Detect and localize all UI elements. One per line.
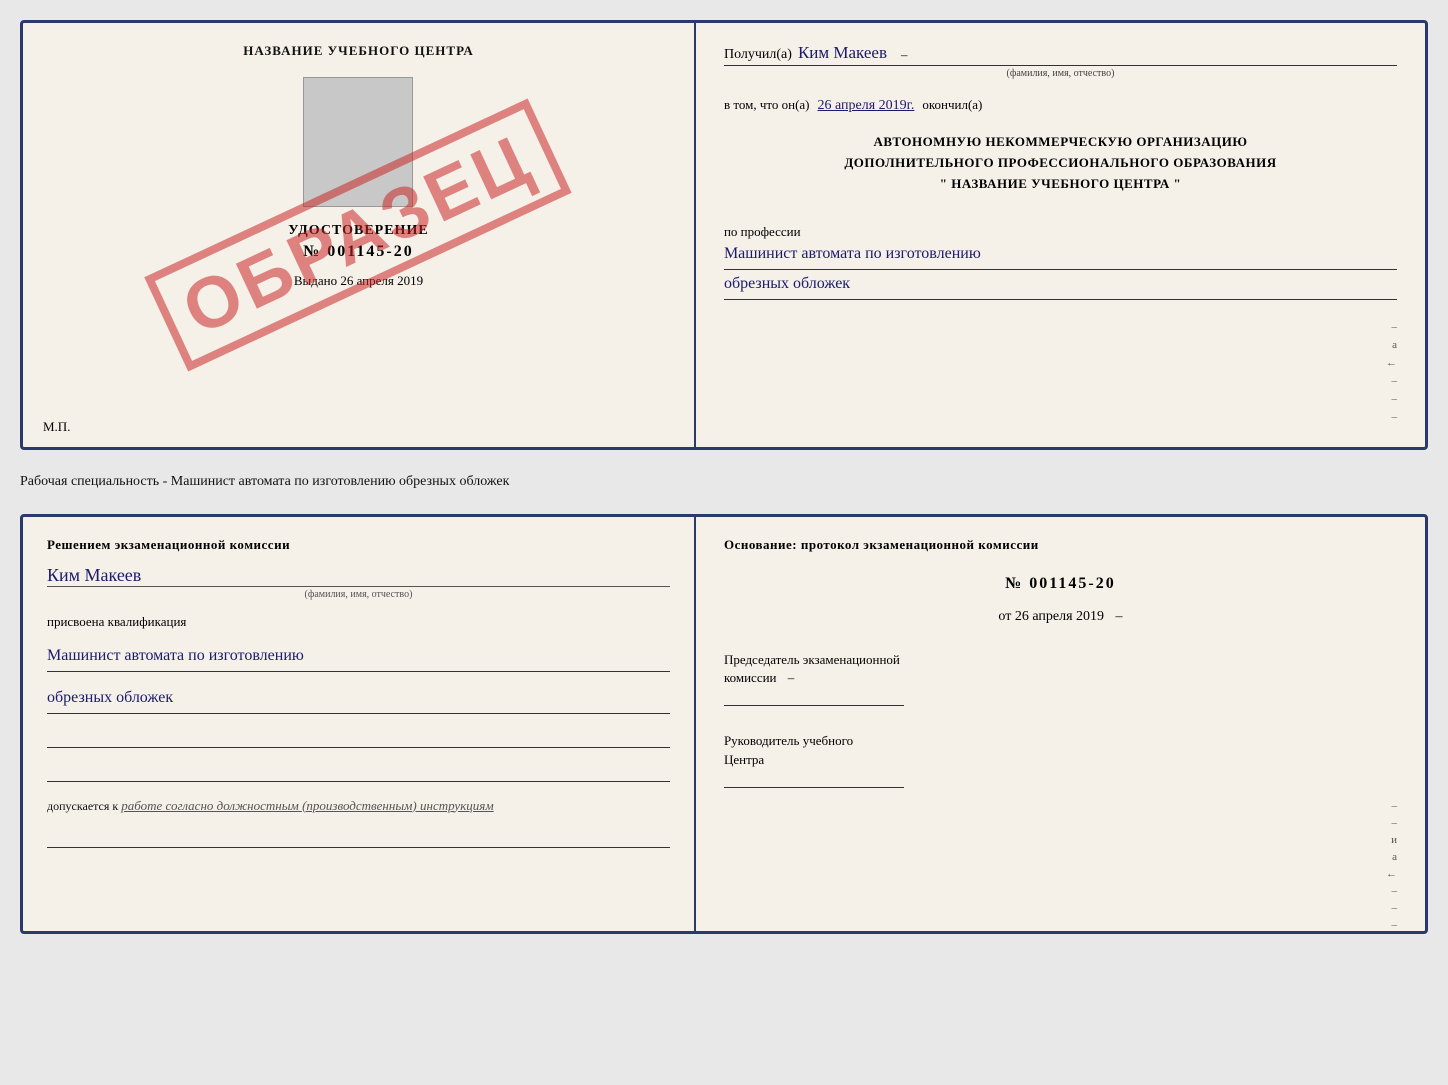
profession-block: по профессии Машинист автомата по изгото…	[724, 216, 1397, 300]
protocol-date-value: 26 апреля 2019	[1015, 609, 1104, 624]
chairman-signature-line	[724, 705, 904, 706]
allowed-prefix: допускается к	[47, 799, 118, 813]
person-block: Ким Макеев (фамилия, имя, отчество)	[47, 561, 670, 600]
protocol-date-prefix: от	[998, 609, 1011, 624]
org-line2: ДОПОЛНИТЕЛЬНОГО ПРОФЕССИОНАЛЬНОГО ОБРАЗО…	[724, 153, 1397, 174]
signature-line-1	[47, 728, 670, 748]
training-center-title-left: НАЗВАНИЕ УЧЕБНОГО ЦЕНТРА	[243, 43, 474, 59]
dash-after-name: –	[901, 47, 908, 63]
qualification-line1: Машинист автомата по изготовлению	[47, 642, 670, 672]
qualification-label: присвоена квалификация	[47, 614, 670, 630]
issued-line: Выдано 26 апреля 2019	[294, 273, 423, 289]
protocol-date: от 26 апреля 2019 –	[724, 609, 1397, 625]
fio-sub-bottom: (фамилия, имя, отчество)	[47, 586, 670, 600]
allowed-block: допускается к работе согласно должностны…	[47, 798, 670, 814]
date-line: в том, что он(а) 26 апреля 2019г. окончи…	[724, 97, 1397, 114]
right-edge-marks: – а ← – – –	[724, 321, 1397, 427]
doc-right-top: Получил(а) Ким Макеев – (фамилия, имя, о…	[696, 23, 1425, 447]
chairman-label: Председатель экзаменационной комиссии –	[724, 651, 1397, 687]
date-suffix: окончил(а)	[922, 97, 982, 113]
profession-line2: обрезных обложек	[724, 270, 1397, 300]
document-bottom: Решением экзаменационной комиссии Ким Ма…	[20, 514, 1428, 934]
signature-line-3	[47, 828, 670, 848]
org-line1: АВТОНОМНУЮ НЕКОММЕРЧЕСКУЮ ОРГАНИЗАЦИЮ	[724, 132, 1397, 153]
document-top: НАЗВАНИЕ УЧЕБНОГО ЦЕНТРА УДОСТОВЕРЕНИЕ №…	[20, 20, 1428, 450]
director-label: Руководитель учебного Центра	[724, 732, 1397, 768]
received-line: Получил(а) Ким Макеев –	[724, 43, 1397, 66]
decision-text: Решением экзаменационной комиссии	[47, 537, 670, 553]
doc-left-bottom: Решением экзаменационной комиссии Ким Ма…	[23, 517, 696, 931]
date-value: 26 апреля 2019г.	[818, 98, 915, 114]
director-text: Руководитель учебного Центра	[724, 733, 853, 766]
issued-text: Выдано	[294, 273, 337, 288]
fio-label-top: (фамилия, имя, отчество)	[724, 68, 1397, 79]
cert-number: № 001145-20	[303, 243, 414, 261]
protocol-number: № 001145-20	[724, 575, 1397, 593]
chairman-text: Председатель экзаменационной комиссии	[724, 652, 900, 685]
doc-left-top: НАЗВАНИЕ УЧЕБНОГО ЦЕНТРА УДОСТОВЕРЕНИЕ №…	[23, 23, 696, 447]
issued-date: 26 апреля 2019	[340, 273, 423, 288]
photo-placeholder	[303, 77, 413, 207]
profession-label: по профессии	[724, 224, 1397, 240]
org-line3: " НАЗВАНИЕ УЧЕБНОГО ЦЕНТРА "	[724, 174, 1397, 195]
received-prefix: Получил(а)	[724, 47, 792, 63]
allowed-text: работе согласно должностным (производств…	[121, 798, 493, 813]
qualification-line2: обрезных обложек	[47, 684, 670, 714]
signature-line-2	[47, 762, 670, 782]
org-block: АВТОНОМНУЮ НЕКОММЕРЧЕСКУЮ ОРГАНИЗАЦИЮ ДО…	[724, 132, 1397, 194]
middle-description: Рабочая специальность - Машинист автомат…	[20, 466, 1428, 498]
protocol-date-dash: –	[1116, 609, 1123, 624]
recipient-name: Ким Макеев	[798, 43, 887, 63]
doc-right-bottom: Основание: протокол экзаменационной коми…	[696, 517, 1425, 931]
director-signature-line	[724, 787, 904, 788]
profession-line1: Машинист автомата по изготовлению	[724, 240, 1397, 270]
person-name: Ким Макеев	[47, 565, 670, 586]
basis-text: Основание: протокол экзаменационной коми…	[724, 537, 1397, 553]
right-edge-marks-bottom: – – и а ← – – –	[724, 800, 1397, 931]
received-block: Получил(а) Ким Макеев – (фамилия, имя, о…	[724, 43, 1397, 79]
page-wrapper: НАЗВАНИЕ УЧЕБНОГО ЦЕНТРА УДОСТОВЕРЕНИЕ №…	[20, 20, 1428, 934]
date-prefix: в том, что он(а)	[724, 97, 810, 113]
mp-label: М.П.	[43, 419, 70, 435]
cert-label: УДОСТОВЕРЕНИЕ	[288, 223, 428, 239]
